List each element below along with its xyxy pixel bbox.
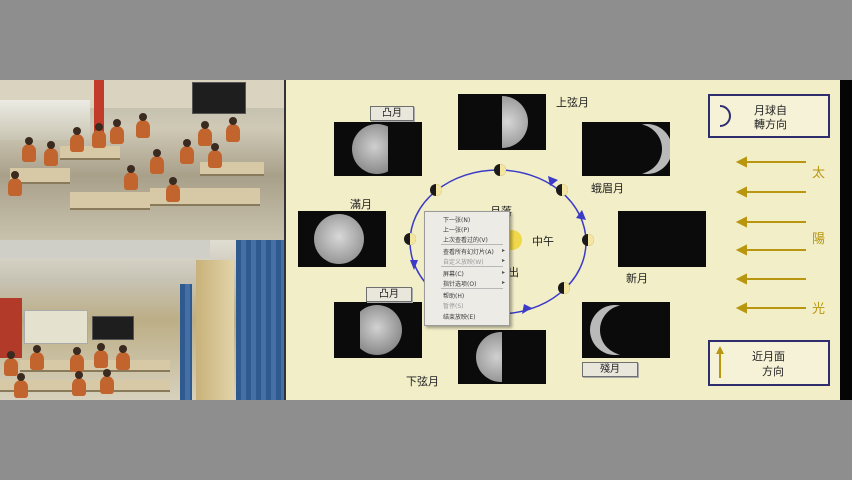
student	[72, 371, 86, 396]
legend-near-face: 近月面 方向	[708, 340, 830, 386]
menu-view-all-slides[interactable]: 查看所有幻灯片(A)	[443, 247, 494, 256]
student	[94, 343, 108, 368]
student	[110, 119, 124, 144]
lunar-phase-slide: 凸月 上弦月 蛾眉月 滿月 新月 凸月 下弦月 殘月 月落 中午 出 月球自 轉…	[284, 80, 840, 400]
ceiling	[0, 240, 210, 258]
menu-custom-show[interactable]: 自定义放映(W)	[443, 257, 484, 266]
student	[198, 121, 212, 146]
label-new-moon: 新月	[626, 272, 648, 285]
label-waxing-gibbous: 凸月	[370, 106, 414, 121]
student	[226, 117, 240, 142]
student	[70, 127, 84, 152]
student	[124, 165, 138, 190]
legend-near-face-line1: 近月面	[752, 350, 785, 363]
menu-pointer-options[interactable]: 指针选项(O)	[443, 279, 476, 288]
blue-curtain	[236, 240, 284, 400]
student	[30, 345, 44, 370]
desk	[60, 146, 120, 160]
student	[166, 177, 180, 202]
menu-end-show[interactable]: 结束放映(E)	[443, 312, 475, 321]
waning-crescent-photo	[582, 302, 670, 358]
sunlight-char-3: 光	[812, 302, 826, 317]
student	[4, 351, 18, 376]
classroom-tv	[92, 316, 134, 340]
submenu-arrow-icon: ▸	[501, 279, 505, 286]
blackboard-frame	[24, 310, 88, 344]
red-door	[0, 298, 22, 358]
menu-separator	[441, 266, 503, 267]
waxing-crescent-photo	[582, 122, 670, 176]
slideshow-context-menu[interactable]: 下一张(N) 上一张(P) 上次查看过的(V) 查看所有幻灯片(A) ▸ 自定义…	[424, 211, 510, 326]
student	[150, 149, 164, 174]
student	[180, 139, 194, 164]
menu-pause[interactable]: 暂停(S)	[443, 301, 464, 310]
crescent-rotation-icon	[719, 105, 731, 127]
menu-next[interactable]: 下一张(N)	[443, 215, 470, 224]
legend-rotation-line2: 轉方向	[754, 118, 787, 131]
blue-curtain	[180, 284, 192, 400]
student	[22, 137, 36, 162]
legend-moon-rotation: 月球自 轉方向	[708, 94, 830, 138]
sunlight-arrows	[735, 156, 806, 314]
label-waxing-crescent: 蛾眉月	[591, 182, 624, 195]
student	[100, 369, 114, 394]
classroom-camera-front	[0, 80, 284, 240]
student	[14, 373, 28, 398]
up-arrow-icon	[716, 346, 724, 378]
student	[208, 143, 222, 168]
label-waning-crescent: 殘月	[582, 362, 638, 377]
classroom-camera-back	[0, 240, 284, 400]
menu-screen[interactable]: 屏幕(C)	[443, 269, 464, 278]
waxing-gibbous-photo-top	[334, 122, 422, 176]
waning-gibbous-photo	[334, 302, 422, 358]
submenu-arrow-icon: ▸	[501, 257, 505, 264]
student	[8, 171, 22, 196]
last-quarter-photo	[458, 330, 546, 384]
menu-help[interactable]: 帮助(H)	[443, 291, 464, 300]
new-moon-photo	[618, 211, 706, 267]
label-first-quarter: 上弦月	[556, 96, 589, 109]
menu-separator	[441, 288, 503, 289]
top-letterbox	[0, 0, 852, 80]
student	[116, 345, 130, 370]
orbit-arrow	[548, 176, 558, 186]
full-moon-photo	[298, 211, 386, 267]
menu-last-viewed[interactable]: 上次查看过的(V)	[443, 235, 488, 244]
sunlight-char-2: 陽	[812, 232, 826, 247]
label-last-quarter: 下弦月	[406, 375, 439, 388]
submenu-arrow-icon: ▸	[501, 269, 505, 276]
legend-near-face-line2: 方向	[762, 365, 784, 378]
right-border	[838, 80, 852, 400]
label-noon: 中午	[532, 235, 554, 248]
classroom-tv	[192, 82, 246, 114]
label-waning-gibbous: 凸月	[366, 287, 412, 302]
label-full-moon: 滿月	[350, 198, 372, 211]
student	[70, 347, 84, 372]
yellow-wall	[196, 260, 234, 400]
menu-previous[interactable]: 上一张(P)	[443, 225, 469, 234]
sunlight-char-1: 太	[812, 166, 826, 181]
student	[44, 141, 58, 166]
student	[136, 113, 150, 138]
menu-separator	[441, 244, 503, 245]
desk	[70, 192, 150, 210]
student	[92, 123, 106, 148]
submenu-arrow-icon: ▸	[501, 247, 505, 254]
bottom-letterbox	[0, 400, 852, 480]
first-quarter-photo	[458, 94, 546, 150]
